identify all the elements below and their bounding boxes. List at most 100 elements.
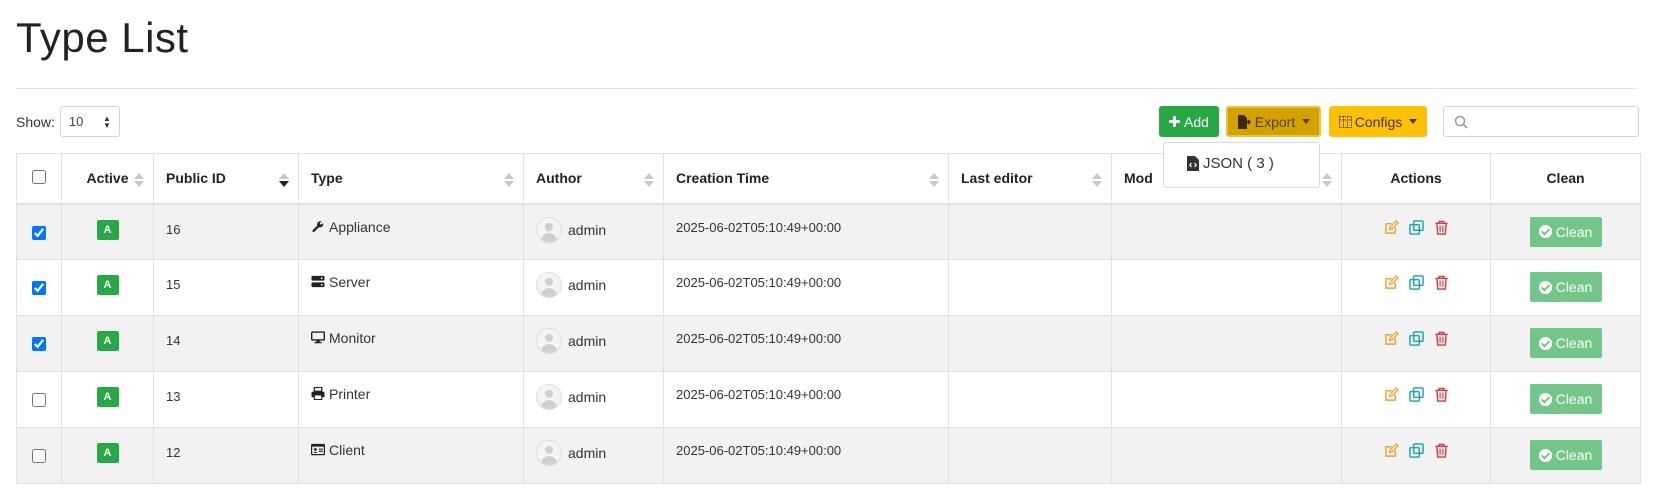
table-row: A 15 Server admin 2025-06-02T05:10:49+00:00 C…	[16, 259, 1641, 316]
copy-icon[interactable]	[1408, 331, 1424, 346]
last-editor-cell	[948, 203, 1112, 260]
add-button[interactable]: Add	[1159, 106, 1219, 137]
row-checkbox[interactable]	[32, 449, 46, 463]
configs-button[interactable]: Configs	[1329, 106, 1427, 137]
column-header-public-id[interactable]: Public ID	[153, 153, 299, 205]
trash-icon[interactable]	[1434, 331, 1449, 346]
table-row: A 16 Appliance admin 2025-06-02T05:10:49+00:…	[16, 203, 1641, 260]
active-cell: A	[61, 203, 154, 260]
creation-time: 2025-06-02T05:10:49+00:00	[676, 331, 842, 346]
search-box	[1443, 106, 1639, 137]
clean-button[interactable]: Clean	[1529, 272, 1602, 302]
active-badge: A	[96, 331, 119, 351]
title-divider	[16, 88, 1638, 89]
public-id-cell: 15	[153, 259, 299, 316]
last-editor	[961, 428, 1099, 445]
check-circle-icon	[1538, 336, 1552, 350]
modified	[1124, 205, 1329, 222]
edit-icon[interactable]	[1384, 443, 1399, 458]
modified-cell	[1111, 259, 1342, 316]
export-button[interactable]: Export	[1226, 106, 1321, 137]
last-editor	[961, 260, 1099, 277]
last-editor	[961, 316, 1099, 333]
public-id-cell: 16	[153, 203, 299, 260]
active-cell: A	[61, 259, 154, 316]
column-header-active[interactable]: Active	[61, 153, 154, 205]
public-id: 16	[166, 221, 181, 237]
clean-button[interactable]: Clean	[1529, 384, 1602, 414]
trash-icon[interactable]	[1434, 443, 1449, 458]
select-cell	[16, 259, 62, 316]
clean-cell: Clean	[1490, 203, 1641, 260]
column-header-clean: Clean	[1490, 153, 1641, 205]
column-header-type[interactable]: Type	[298, 153, 524, 205]
export-json-item[interactable]: JSON ( 3 )	[1187, 155, 1274, 172]
column-header-creation-time[interactable]: Creation Time	[663, 153, 949, 205]
modified	[1124, 316, 1329, 333]
avatar	[536, 272, 562, 298]
trash-icon[interactable]	[1434, 220, 1449, 235]
table-header-row: Active Public ID Type Author Creation Ti…	[16, 153, 1641, 205]
trash-icon[interactable]	[1434, 275, 1449, 290]
search-input[interactable]	[1476, 110, 1635, 135]
edit-icon[interactable]	[1384, 387, 1399, 402]
edit-icon[interactable]	[1384, 219, 1399, 235]
export-label: Export	[1254, 113, 1296, 130]
clean-button[interactable]: Clean	[1529, 216, 1602, 247]
row-checkbox[interactable]	[32, 225, 46, 240]
sort-icon	[929, 173, 939, 187]
table-columns-icon	[1338, 115, 1352, 128]
creation-time: 2025-06-02T05:10:49+00:00	[676, 219, 842, 235]
creation-time-cell: 2025-06-02T05:10:49+00:00	[663, 427, 949, 484]
column-header-author[interactable]: Author	[523, 153, 664, 205]
printer-icon	[311, 386, 329, 402]
type-name: Server	[329, 274, 371, 290]
clean-button[interactable]: Clean	[1529, 440, 1602, 470]
clean-label: Clean	[1555, 223, 1593, 240]
modified-cell	[1111, 371, 1342, 428]
creation-time: 2025-06-02T05:10:49+00:00	[676, 275, 842, 290]
column-label: Public ID	[166, 170, 226, 187]
copy-icon[interactable]	[1408, 443, 1424, 458]
sort-icon	[134, 173, 144, 187]
column-label: Mod	[1124, 170, 1153, 187]
author-cell: admin	[523, 203, 664, 260]
clean-button[interactable]: Clean	[1529, 328, 1602, 358]
public-id-cell: 13	[153, 371, 299, 428]
column-header-actions: Actions	[1341, 153, 1491, 205]
last-editor-cell	[948, 427, 1112, 484]
copy-icon[interactable]	[1408, 387, 1424, 402]
public-id: 15	[166, 277, 181, 292]
table-row: A 13 Printer admin 2025-06-02T05:10:49+00:00…	[16, 371, 1641, 428]
type-name: Monitor	[329, 330, 376, 346]
edit-icon[interactable]	[1384, 275, 1399, 290]
copy-icon[interactable]	[1408, 275, 1424, 290]
type-cell: Appliance	[298, 203, 524, 260]
export-dropdown-menu: JSON ( 3 )	[1163, 142, 1320, 188]
row-checkbox[interactable]	[32, 337, 46, 351]
column-header-last-editor[interactable]: Last editor	[948, 153, 1112, 205]
last-editor	[961, 372, 1099, 389]
add-label: Add	[1184, 113, 1209, 130]
column-label: Creation Time	[676, 170, 770, 187]
page-size-select[interactable]: 10 ▲ ▼	[59, 106, 120, 137]
last-editor	[961, 205, 1099, 222]
author-name: admin	[568, 445, 607, 461]
select-all-checkbox[interactable]	[32, 169, 46, 184]
clean-label: Clean	[1555, 391, 1593, 407]
trash-icon[interactable]	[1434, 387, 1449, 402]
export-json-label: JSON ( 3 )	[1203, 155, 1274, 172]
author-cell: admin	[523, 259, 664, 316]
creation-time-cell: 2025-06-02T05:10:49+00:00	[663, 315, 949, 372]
check-circle-icon	[1538, 225, 1552, 238]
row-checkbox[interactable]	[32, 281, 46, 295]
edit-icon[interactable]	[1384, 331, 1399, 346]
author-cell: admin	[523, 371, 664, 428]
clean-cell: Clean	[1490, 427, 1641, 484]
copy-icon[interactable]	[1408, 219, 1424, 235]
page-size-value: 10	[68, 114, 84, 129]
last-editor-cell	[948, 315, 1112, 372]
row-checkbox[interactable]	[32, 393, 46, 407]
configs-label: Configs	[1354, 113, 1403, 130]
column-label: Last editor	[961, 170, 1033, 187]
